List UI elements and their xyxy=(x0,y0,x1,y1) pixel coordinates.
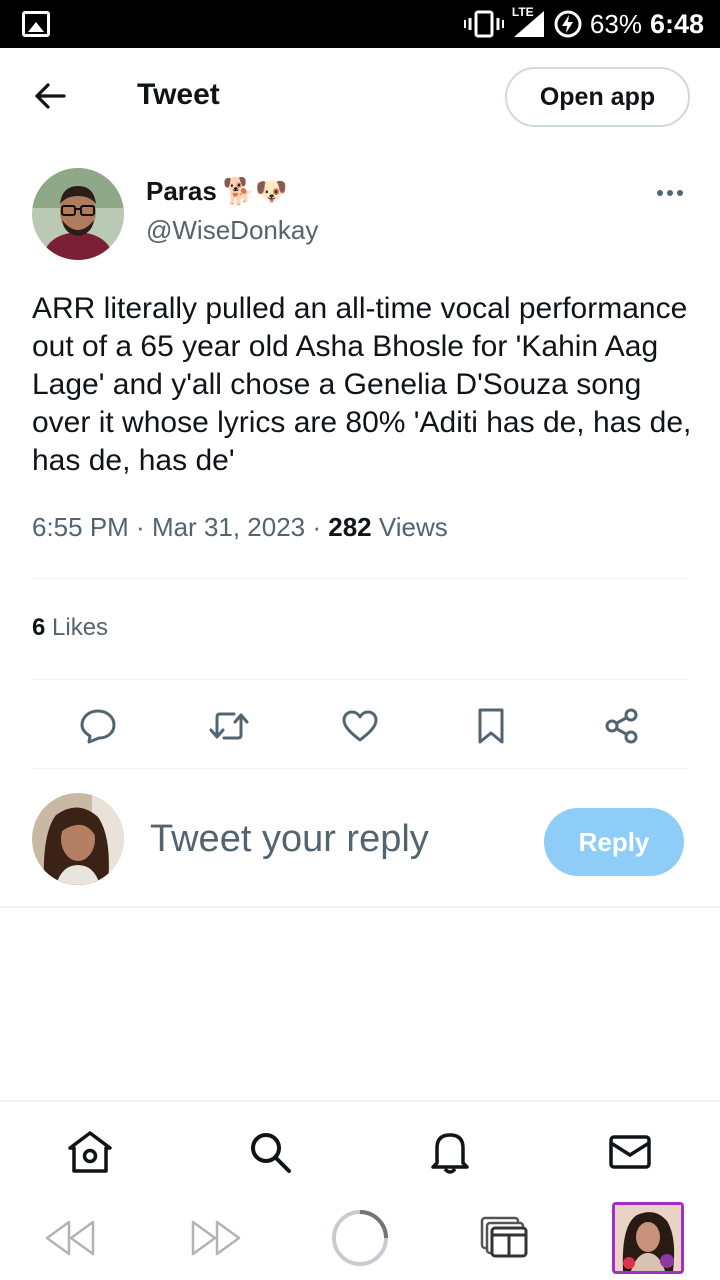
retweet-action-button[interactable] xyxy=(205,702,253,750)
open-app-button[interactable]: Open app xyxy=(505,67,690,127)
meta-separator: · xyxy=(305,512,329,542)
bookmark-action-button[interactable] xyxy=(467,702,515,750)
like-action-button[interactable] xyxy=(336,702,384,750)
browser-forward-button[interactable] xyxy=(186,1208,246,1268)
home-icon xyxy=(68,1131,112,1173)
views-label: Views xyxy=(378,512,448,542)
nav-notifications[interactable] xyxy=(426,1128,474,1176)
author-emoji: 🐕🐶 xyxy=(222,176,288,207)
status-bar-right: LTE 63% 6:48 xyxy=(463,0,704,48)
network-type: LTE xyxy=(511,5,534,19)
author-name-row[interactable]: Paras 🐕🐶 xyxy=(146,176,288,207)
divider xyxy=(32,768,688,769)
divider xyxy=(32,578,688,579)
status-bar: LTE 63% 6:48 xyxy=(0,0,720,48)
bottom-nav xyxy=(0,1102,720,1192)
envelope-icon xyxy=(609,1135,651,1169)
nav-messages[interactable] xyxy=(606,1128,654,1176)
bookmark-icon xyxy=(478,708,504,744)
likes-label: Likes xyxy=(52,614,109,641)
author-avatar[interactable] xyxy=(32,168,124,260)
bell-icon xyxy=(431,1133,469,1174)
nav-search[interactable] xyxy=(246,1128,294,1176)
tabs-icon xyxy=(480,1216,528,1258)
tweet-meta: 6:55 PM · Mar 31, 2023 · 282 Views xyxy=(32,512,448,543)
divider xyxy=(0,906,720,908)
browser-tabs-button[interactable] xyxy=(474,1208,534,1268)
share-action-button[interactable] xyxy=(598,702,646,750)
share-icon xyxy=(605,708,638,744)
comment-icon xyxy=(80,709,116,744)
tweet-actions xyxy=(32,690,688,760)
more-dots-icon[interactable] xyxy=(650,180,690,206)
gallery-notification-icon xyxy=(22,11,50,37)
vibrate-icon xyxy=(463,10,504,38)
loading-ring-icon xyxy=(332,1210,388,1266)
browser-page-thumbnail[interactable] xyxy=(612,1202,684,1274)
views-count: 282 xyxy=(328,512,372,542)
retweet-icon xyxy=(209,712,249,740)
tweet-text: ARR literally pulled an all-time vocal p… xyxy=(32,292,692,477)
likes-summary[interactable]: 6 Likes xyxy=(32,614,108,642)
page-title: Tweet xyxy=(137,78,220,111)
reply-button[interactable]: Reply xyxy=(544,808,684,876)
heart-icon xyxy=(342,710,378,742)
signal-icon: LTE xyxy=(512,5,546,39)
arrow-left-icon xyxy=(35,83,66,109)
author-handle[interactable]: @WiseDonkay xyxy=(146,215,318,246)
current-user-avatar xyxy=(32,793,124,885)
meta-space xyxy=(372,512,379,542)
fast-forward-icon xyxy=(191,1220,241,1256)
divider xyxy=(32,679,688,680)
meta-separator: · xyxy=(128,512,152,542)
tweet-time[interactable]: 6:55 PM xyxy=(32,512,129,542)
search-icon xyxy=(251,1133,291,1173)
browser-back-button[interactable] xyxy=(40,1208,100,1268)
likes-count: 6 xyxy=(32,614,46,641)
author-name: Paras xyxy=(146,176,217,206)
tweet-header: Tweet Open app xyxy=(0,48,720,144)
browser-reload-button[interactable] xyxy=(330,1208,390,1268)
nav-home[interactable] xyxy=(66,1128,114,1176)
reply-input[interactable]: Tweet your reply xyxy=(150,818,429,861)
browser-toolbar xyxy=(0,1196,720,1280)
back-button[interactable] xyxy=(26,76,74,116)
rewind-icon xyxy=(45,1220,95,1256)
reply-action-button[interactable] xyxy=(74,702,122,750)
clock: 6:48 xyxy=(649,8,704,39)
battery-charging-icon xyxy=(554,10,582,38)
tweet-date[interactable]: Mar 31, 2023 xyxy=(152,512,305,542)
battery-percent: 63% xyxy=(589,8,642,39)
